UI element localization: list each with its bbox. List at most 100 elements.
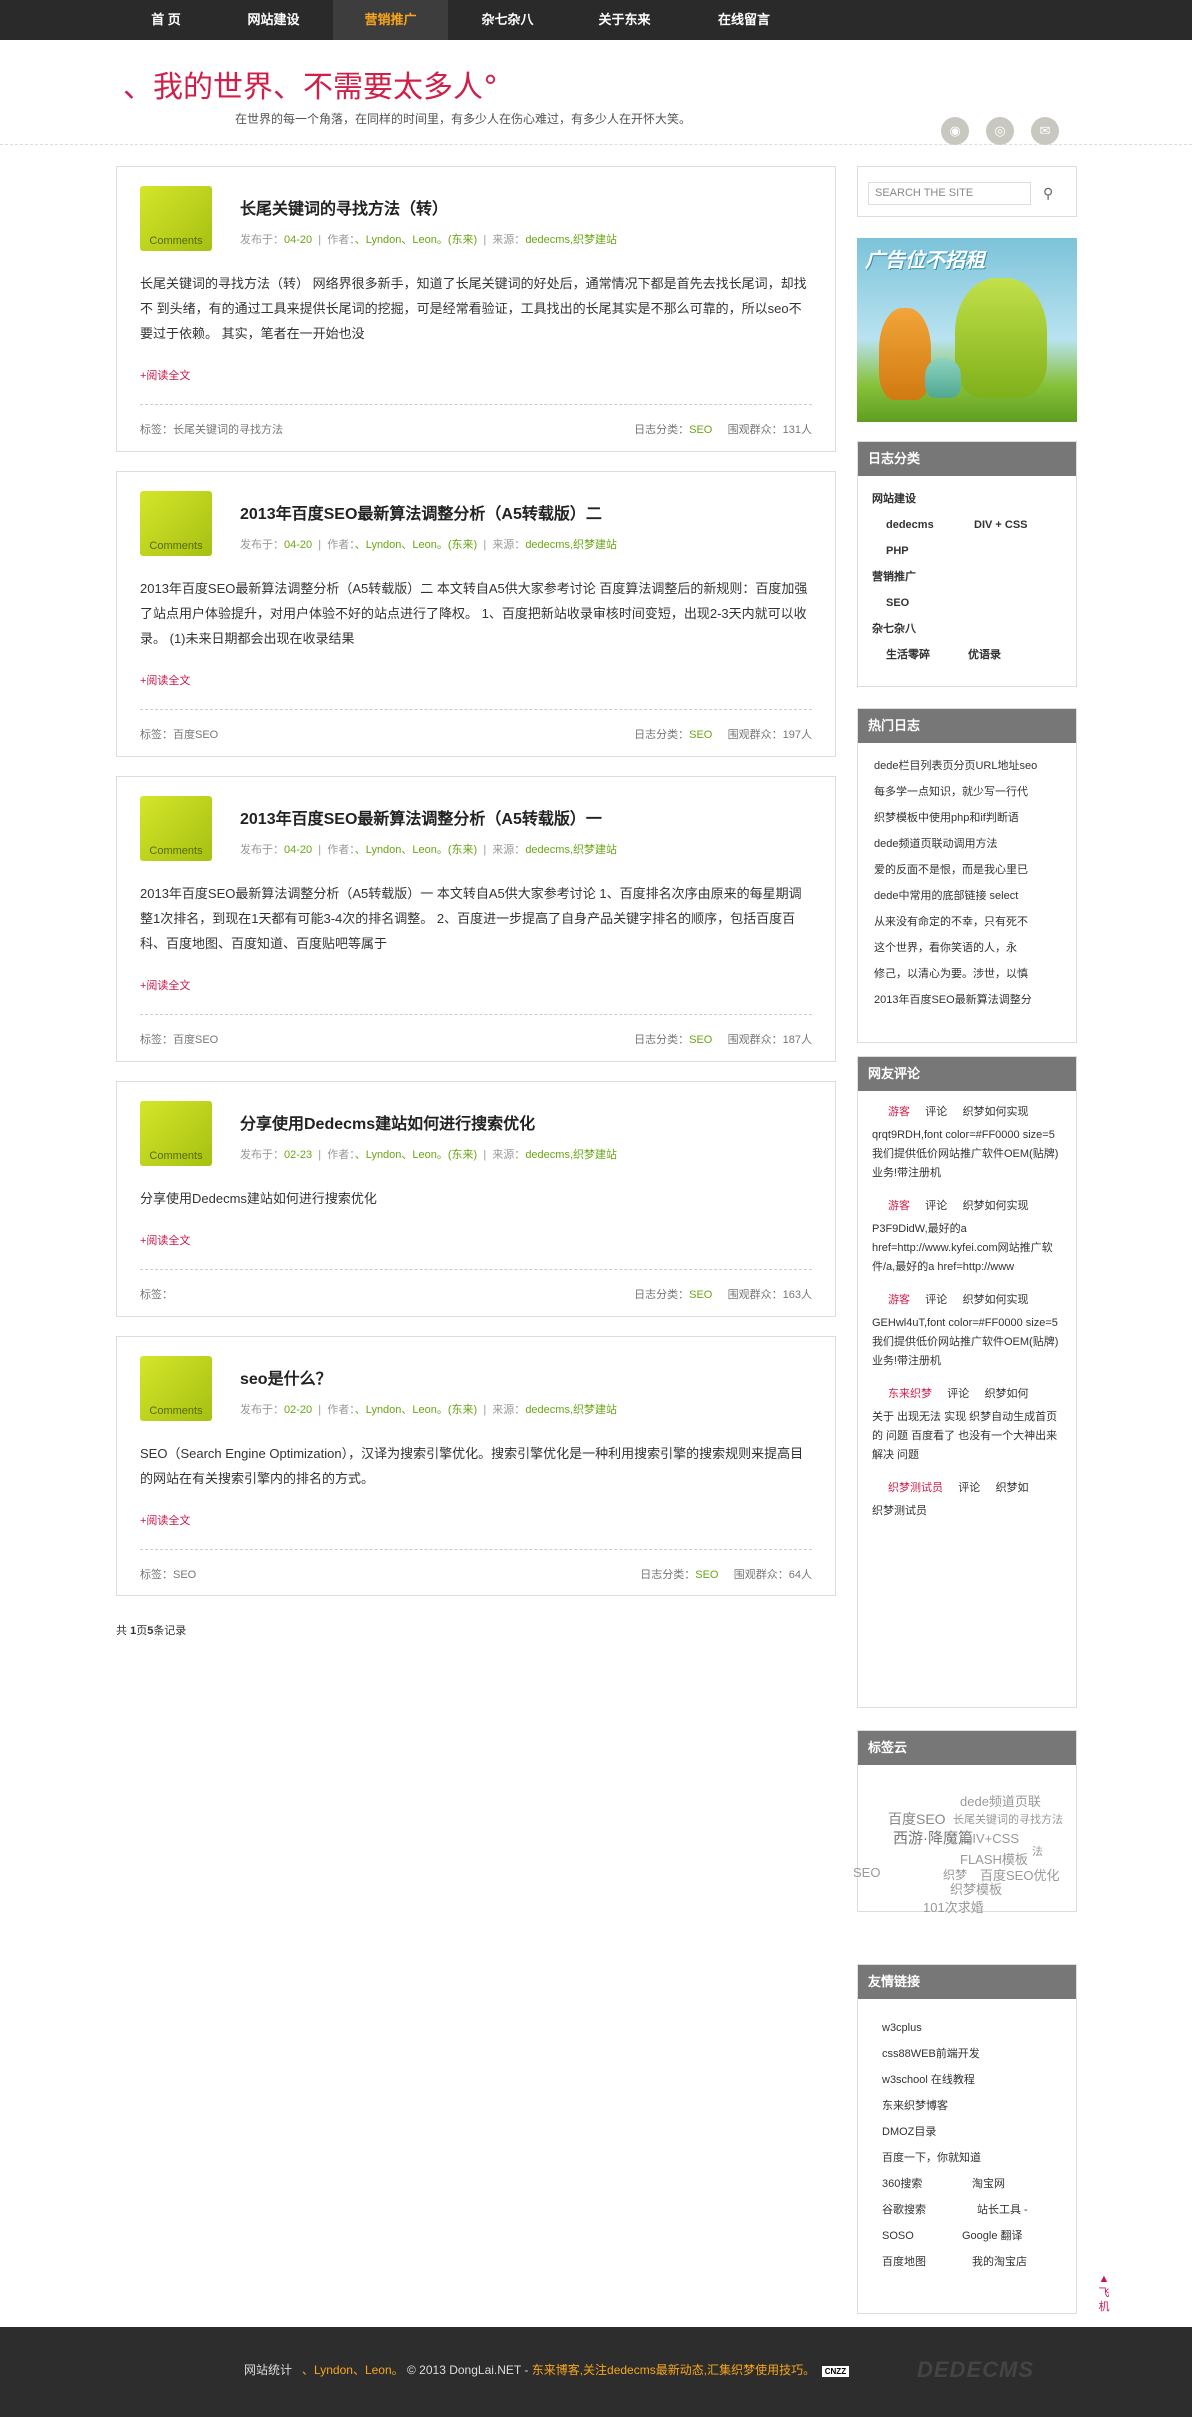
- cat-web-build[interactable]: 网站建设: [872, 486, 1062, 512]
- friend-link[interactable]: 东来织梦博客: [882, 2093, 1052, 2119]
- read-more-link[interactable]: +阅读全文: [140, 367, 190, 383]
- cat-divcss[interactable]: DIV + CSS: [974, 519, 1028, 531]
- tag-link[interactable]: 西游·降魔篇: [893, 1827, 973, 1848]
- cnzz-badge[interactable]: CNZZ: [821, 2366, 850, 2377]
- hot-link[interactable]: 2013年百度SEO最新算法调整分: [874, 987, 1060, 1013]
- post-meta: 发布于：04-20 | 作者：、Lyndon、Leon。(东来) | 来源：de…: [240, 539, 618, 551]
- nav-guestbook[interactable]: 在线留言: [684, 0, 804, 40]
- comment-target[interactable]: 织梦如何实现: [963, 1200, 1029, 1212]
- comments-thumb[interactable]: Comments: [140, 1101, 212, 1166]
- cat-quotes[interactable]: 优语录: [968, 649, 1001, 661]
- cat-seo[interactable]: SEO: [872, 590, 1062, 616]
- hot-link[interactable]: 爱的反面不是恨，而是我心里已: [874, 857, 1060, 883]
- hot-link[interactable]: dede栏目列表页分页URL地址seo: [874, 753, 1060, 779]
- tag-link[interactable]: dede频道页联: [960, 1791, 1041, 1810]
- links-heading: 友情链接: [858, 1965, 1076, 1999]
- post-excerpt: SEO（Search Engine Optimization），汉译为搜索引擎优…: [140, 1446, 804, 1486]
- post-title[interactable]: seo是什么？: [240, 1365, 332, 1389]
- comment-author[interactable]: 游客: [888, 1106, 910, 1118]
- hot-link[interactable]: 织梦模板中使用php和if判断语: [874, 805, 1060, 831]
- friend-link[interactable]: w3cplus: [882, 2015, 1052, 2041]
- tag-link[interactable]: SEO: [853, 1865, 880, 1880]
- post-category[interactable]: SEO: [695, 1569, 718, 1581]
- friend-link[interactable]: 站长工具 -: [977, 2204, 1028, 2216]
- back-to-top-button[interactable]: ▲ 飞机: [1094, 2272, 1114, 2314]
- friend-link[interactable]: 百度地图: [882, 2249, 972, 2275]
- search-icon[interactable]: ⚲: [1043, 185, 1053, 202]
- hot-link[interactable]: 修己，以清心为要。涉世，以慎: [874, 961, 1060, 987]
- post-card: Comments 2013年百度SEO最新算法调整分析（A5转载版）一 发布于：…: [116, 776, 836, 1062]
- post-category[interactable]: SEO: [689, 424, 712, 436]
- comment-target[interactable]: 织梦如何: [985, 1388, 1029, 1400]
- post-title[interactable]: 长尾关键词的寻找方法（转）: [240, 195, 448, 219]
- friend-link[interactable]: 我的淘宝店: [972, 2256, 1027, 2268]
- read-more-link[interactable]: +阅读全文: [140, 1232, 190, 1248]
- comment-target[interactable]: 织梦如何实现: [963, 1106, 1029, 1118]
- rss-icon[interactable]: ◉: [941, 117, 969, 145]
- hot-link[interactable]: 每多学一点知识，就少写一行代: [874, 779, 1060, 805]
- friend-link[interactable]: w3school 在线教程: [882, 2067, 1052, 2093]
- pagination-info: 共 1页5条记录: [116, 1625, 187, 1637]
- post-title[interactable]: 分享使用Dedecms建站如何进行搜索优化: [240, 1110, 535, 1134]
- tag-link[interactable]: 百度SEO: [888, 1809, 946, 1829]
- read-more-link[interactable]: +阅读全文: [140, 1512, 190, 1528]
- post-tag[interactable]: 百度SEO: [173, 1034, 218, 1046]
- stats-link[interactable]: 网站统计: [244, 2363, 292, 2377]
- comments-thumb[interactable]: Comments: [140, 796, 212, 861]
- post-tag[interactable]: 长尾关键词的寻找方法: [173, 424, 283, 436]
- hot-link[interactable]: 从来没有命定的不幸，只有死不: [874, 909, 1060, 935]
- friend-link[interactable]: DMOZ目录: [882, 2119, 1052, 2145]
- nav-marketing[interactable]: 营销推广: [333, 0, 448, 40]
- tag-link[interactable]: 101次求婚: [923, 1897, 984, 1916]
- nav-misc[interactable]: 杂七杂八: [450, 0, 565, 40]
- post-category[interactable]: SEO: [689, 1289, 712, 1301]
- comment-author[interactable]: 游客: [888, 1200, 910, 1212]
- nav-home[interactable]: 首 页: [116, 0, 216, 40]
- weibo-icon[interactable]: ◎: [986, 117, 1014, 145]
- friend-link[interactable]: 谷歌搜索: [882, 2197, 977, 2223]
- post-category[interactable]: SEO: [689, 729, 712, 741]
- tag-link[interactable]: 长尾关键词的寻找方法: [953, 1811, 1063, 1827]
- comment-author[interactable]: 东来织梦: [888, 1388, 932, 1400]
- comments-thumb[interactable]: Comments: [140, 1356, 212, 1421]
- cat-dedecms[interactable]: dedecms: [886, 512, 974, 538]
- hot-link[interactable]: dede频道页联动调用方法: [874, 831, 1060, 857]
- dedecms-logo: DEDECMS: [917, 2357, 1035, 2382]
- friend-link[interactable]: css88WEB前端开发: [882, 2041, 1052, 2067]
- cat-marketing[interactable]: 营销推广: [872, 564, 1062, 590]
- comment-author[interactable]: 织梦测试员: [888, 1482, 943, 1494]
- comment-target[interactable]: 织梦如何实现: [963, 1294, 1029, 1306]
- post-title[interactable]: 2013年百度SEO最新算法调整分析（A5转载版）一: [240, 805, 602, 829]
- nav-about[interactable]: 关于东来: [567, 0, 682, 40]
- comments-thumb[interactable]: Comments: [140, 186, 212, 251]
- friend-link[interactable]: SOSO: [882, 2223, 962, 2249]
- tag-link[interactable]: 织梦模板: [950, 1879, 1002, 1898]
- search-input[interactable]: SEARCH THE SITE: [868, 182, 1031, 205]
- comment-target[interactable]: 织梦如: [996, 1482, 1029, 1494]
- site-title[interactable]: 、我的世界、不需要太多人°: [123, 62, 498, 106]
- cat-misc[interactable]: 杂七杂八: [872, 616, 1062, 642]
- ad-banner[interactable]: 广告位不招租: [857, 238, 1077, 422]
- hot-link[interactable]: 这个世界，看你笑语的人，永: [874, 935, 1060, 961]
- friend-link[interactable]: Google 翻译: [962, 2230, 1023, 2242]
- read-more-link[interactable]: +阅读全文: [140, 977, 190, 993]
- post-category[interactable]: SEO: [689, 1034, 712, 1046]
- hot-link[interactable]: dede中常用的底部链接 select: [874, 883, 1060, 909]
- mail-icon[interactable]: ✉: [1031, 117, 1059, 145]
- post-title[interactable]: 2013年百度SEO最新算法调整分析（A5转载版）二: [240, 500, 602, 524]
- friend-link[interactable]: 淘宝网: [972, 2178, 1005, 2190]
- post-tag[interactable]: 百度SEO: [173, 729, 218, 741]
- tag-link[interactable]: DIV+CSS: [963, 1831, 1019, 1846]
- post-meta: 发布于：02-23 | 作者：、Lyndon、Leon。(东来) | 来源：de…: [240, 1149, 618, 1161]
- post-tag[interactable]: SEO: [173, 1569, 196, 1581]
- comments-thumb[interactable]: Comments: [140, 491, 212, 556]
- comment-author[interactable]: 游客: [888, 1294, 910, 1306]
- tag-link[interactable]: 法: [1032, 1843, 1043, 1859]
- friend-link[interactable]: 360搜索: [882, 2171, 972, 2197]
- nav-web-build[interactable]: 网站建设: [216, 0, 331, 40]
- read-more-link[interactable]: +阅读全文: [140, 672, 190, 688]
- comment-text: 关于 出现无法 实现 织梦自动生成首页的 问题 百度看了 也没有一个大神出来 解…: [872, 1411, 1058, 1461]
- friend-link[interactable]: 百度一下，你就知道: [882, 2145, 1052, 2171]
- cat-php[interactable]: PHP: [872, 538, 1062, 564]
- cat-life[interactable]: 生活零碎: [886, 642, 968, 668]
